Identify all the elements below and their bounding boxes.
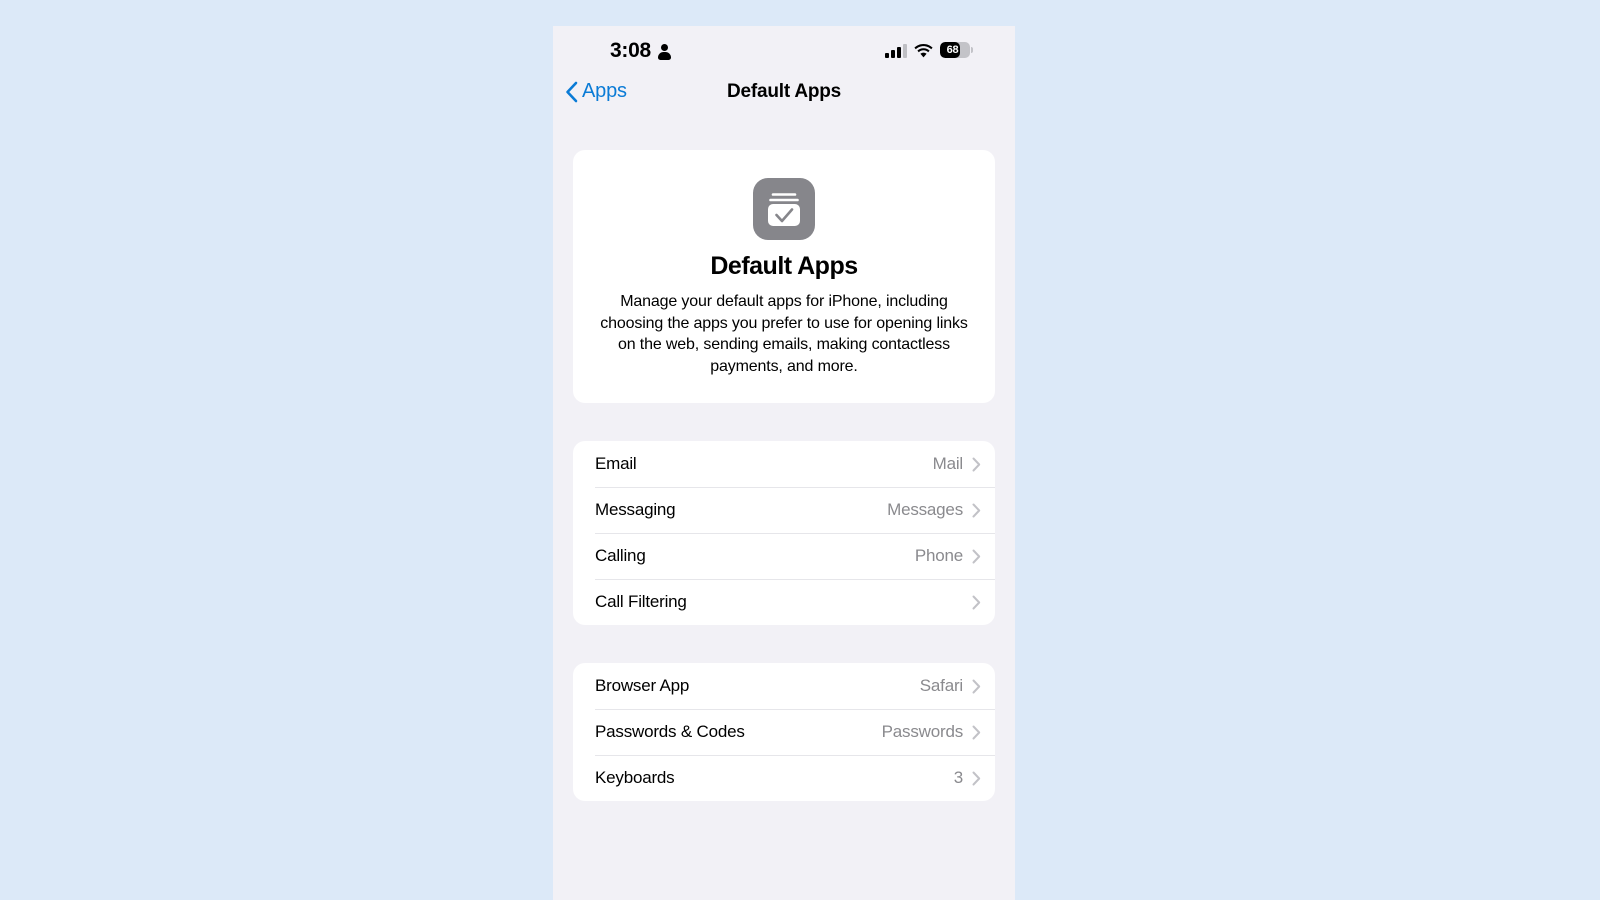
hero-description: Manage your default apps for iPhone, inc…	[600, 293, 968, 375]
status-bar-right: 68	[885, 42, 973, 58]
settings-row-email[interactable]: Email Mail	[573, 441, 995, 487]
row-label: Browser App	[595, 676, 690, 695]
settings-row-passwords-and-codes[interactable]: Passwords & Codes Passwords	[573, 709, 995, 755]
settings-content: Default Apps Manage your default apps fo…	[553, 150, 1015, 801]
row-value: Messages	[887, 500, 963, 519]
page-title: Default Apps	[726, 81, 842, 102]
default-apps-hero-card: Default Apps Manage your default apps fo…	[573, 150, 995, 403]
chevron-right-icon	[972, 457, 981, 472]
row-label: Messaging	[595, 500, 676, 519]
settings-row-messaging[interactable]: Messaging Messages	[573, 487, 995, 533]
chevron-right-icon	[972, 725, 981, 740]
battery-icon: 68	[940, 42, 970, 58]
chevron-right-icon	[972, 679, 981, 694]
settings-group-communication: Email Mail Messaging Messages Calling Ph…	[573, 441, 995, 625]
navigation-bar: Apps Default Apps	[553, 80, 1015, 125]
row-label: Keyboards	[595, 768, 675, 787]
settings-row-browser-app[interactable]: Browser App Safari	[573, 663, 995, 709]
battery-cap-icon	[971, 47, 973, 53]
battery-level-label: 68	[946, 44, 959, 56]
row-label: Passwords & Codes	[595, 722, 745, 741]
row-label: Calling	[595, 546, 646, 565]
row-value: Safari	[919, 676, 963, 695]
row-label: Call Filtering	[595, 592, 687, 611]
settings-row-call-filtering[interactable]: Call Filtering	[573, 579, 995, 625]
row-label: Email	[595, 454, 637, 473]
iphone-screen: 3:08 68 Apps Default Apps Default Apps M…	[553, 26, 1015, 900]
cellular-signal-icon	[885, 44, 907, 58]
status-bar: 3:08 68	[553, 26, 1015, 80]
chevron-right-icon	[972, 503, 981, 518]
status-bar-clock: 3:08	[610, 39, 651, 62]
status-bar-left: 3:08	[610, 39, 672, 63]
hero-title: Default Apps	[710, 252, 858, 280]
row-value: Passwords	[881, 722, 964, 741]
person-icon	[657, 43, 672, 60]
row-value: 3	[953, 768, 963, 787]
chevron-right-icon	[972, 595, 981, 610]
row-value: Mail	[932, 454, 964, 473]
chevron-right-icon	[972, 549, 981, 564]
settings-row-calling[interactable]: Calling Phone	[573, 533, 995, 579]
settings-group-web-and-input: Browser App Safari Passwords & Codes Pas…	[573, 663, 995, 801]
default-apps-icon	[753, 178, 815, 240]
wifi-icon	[914, 44, 933, 58]
settings-row-keyboards[interactable]: Keyboards 3	[573, 755, 995, 801]
row-value: Phone	[914, 546, 963, 565]
chevron-right-icon	[972, 771, 981, 786]
